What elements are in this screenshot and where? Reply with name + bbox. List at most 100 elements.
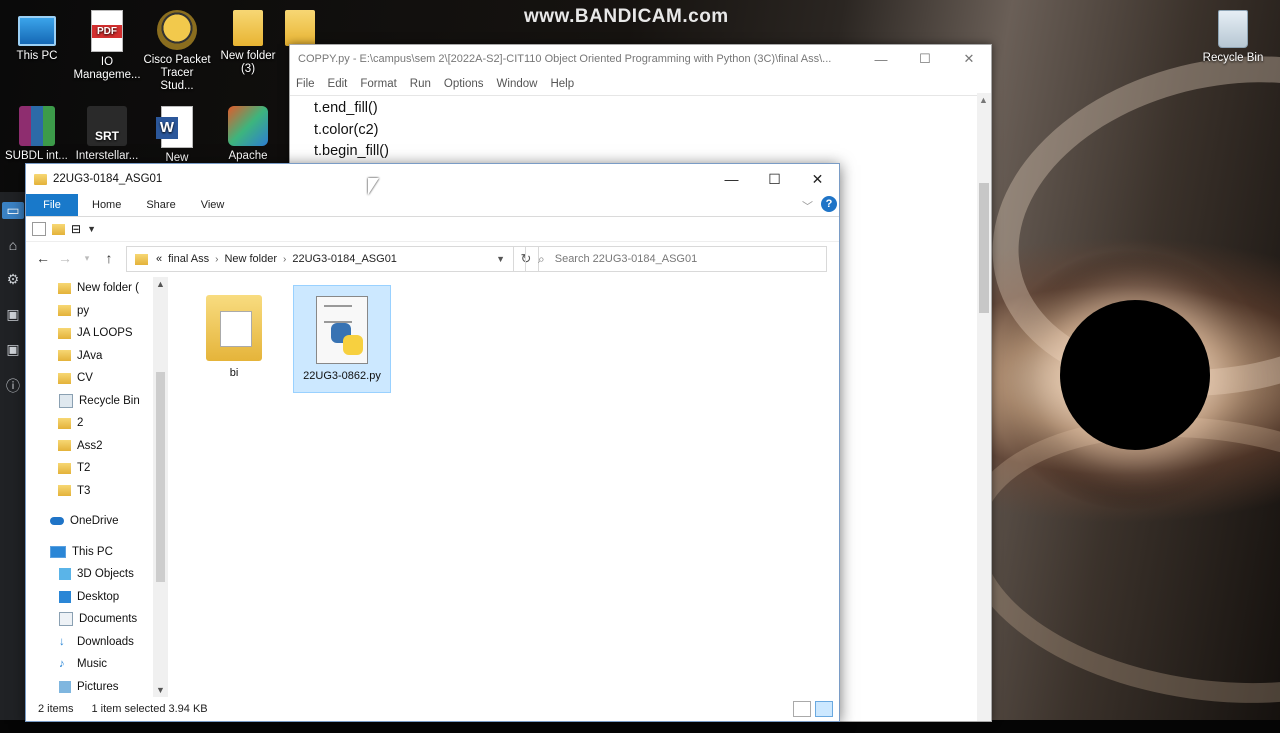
nav-item-label: OneDrive [70,515,119,528]
scroll-down-chevron-icon[interactable]: ▼ [156,685,165,695]
nav-item-cv[interactable]: CV📌 [26,367,169,390]
desktop-icon-label: Recycle Bin [1202,52,1264,64]
downloads-arrow-icon: ↓ [59,635,65,648]
code-editor[interactable]: t.end_fill() t.color(c2) t.begin_fill() [290,96,991,163]
recycle-bin-icon [1218,10,1248,48]
nav-item-music[interactable]: ♪ Music [26,653,169,676]
menu-window[interactable]: Window [497,78,538,90]
idle-titlebar[interactable]: COPPY.py - E:\campus\sem 2\[2022A-S2]-CI… [290,45,991,73]
file-item-folder[interactable]: bi [186,285,282,391]
nav-item-2[interactable]: 2 [26,412,169,435]
nav-item-onedrive[interactable]: OneDrive [26,510,169,533]
new-folder-icon[interactable] [52,223,65,235]
nav-item-this-pc[interactable]: This PC [26,541,169,564]
scrollbar-thumb[interactable] [979,183,989,313]
breadcrumb-final-ass[interactable]: final Ass [168,253,209,265]
tab-home[interactable]: Home [92,199,121,211]
expand-ribbon-chevron-icon[interactable]: ﹀ [802,198,813,214]
close-button[interactable]: ✕ [796,171,839,188]
file-item-python[interactable]: 22UG3-0862.py [293,285,391,393]
nav-item-desktop[interactable]: Desktop [26,586,169,609]
info-icon[interactable]: ⓘ [0,376,26,396]
search-box[interactable]: ⌕ Search 22UG3-0184_ASG01 [525,246,827,272]
forward-arrow-icon[interactable]: → [54,250,76,266]
desktop-icon-subdl[interactable]: SUBDL int... [3,106,71,163]
nav-item-label: Documents [79,613,138,626]
menu-file[interactable]: File [296,78,315,90]
image-icon[interactable]: ▣ [0,341,26,358]
folder-icon [285,10,315,46]
search-placeholder: Search 22UG3-0184_ASG01 [554,253,698,265]
desktop-icon-new-folder-3[interactable]: New folder (3) [214,10,282,76]
monitor-icon[interactable]: ▭ [2,202,24,219]
desktop-icon-interstellar[interactable]: SRT Interstellar... [73,106,141,163]
nav-item-t3[interactable]: T3 [26,480,169,503]
minimize-button[interactable]: — [710,171,753,187]
menu-format[interactable]: Format [360,78,396,90]
address-dropdown-chevron-icon[interactable]: ▼ [496,254,505,264]
tab-share[interactable]: Share [146,199,175,211]
desktop-icon-recycle-bin[interactable]: Recycle Bin [1198,10,1268,65]
rename-icon[interactable]: ⊟ [71,222,81,236]
navigation-pane-scrollbar[interactable]: ▲ ▼ [153,277,168,697]
nav-item-java[interactable]: JAva📌 [26,345,169,368]
large-icons-view-icon[interactable] [815,701,833,717]
folder-icon [58,485,71,497]
nav-item-ja-loops[interactable]: JA LOOPS📌 [26,322,169,345]
tab-file[interactable]: File [26,194,78,216]
nav-item-ass2[interactable]: Ass2 [26,435,169,458]
desktop-icon-io-management[interactable]: IO Manageme... [73,10,141,82]
scrollbar-thumb[interactable] [156,372,165,582]
nav-item-label: Ass2 [77,439,103,452]
nav-item-label: Downloads [77,635,134,648]
menu-run[interactable]: Run [410,78,431,90]
desktop-icon-new-word[interactable]: New [143,106,211,165]
editor-scrollbar[interactable]: ▲ [977,93,991,721]
folder-icon [58,282,71,294]
nav-item-label: Pictures [77,680,119,693]
breadcrumb-overflow[interactable]: « [156,253,162,265]
up-arrow-icon[interactable]: ↑ [98,250,120,266]
menu-options[interactable]: Options [444,78,484,90]
gear-icon[interactable]: ⚙ [0,271,26,288]
selection-info: 1 item selected 3.94 KB [91,703,208,715]
ribbon-tabs: File Home Share View ﹀ ? [26,194,839,217]
back-arrow-icon[interactable]: ← [32,250,54,266]
nav-item-pictures[interactable]: Pictures [26,676,169,699]
scroll-up-icon[interactable]: ▲ [979,95,988,105]
close-button[interactable]: ✕ [947,51,991,67]
tab-view[interactable]: View [201,199,225,211]
nav-item-documents[interactable]: Documents [26,608,169,631]
nav-item-downloads[interactable]: ↓ Downloads [26,631,169,654]
home-icon[interactable]: ⌂ [0,237,26,253]
explorer-titlebar[interactable]: 22UG3-0184_ASG01 — ☐ ✕ [26,164,839,194]
scroll-up-chevron-icon[interactable]: ▲ [156,279,165,289]
nav-item-py[interactable]: py📌 [26,300,169,323]
image-icon[interactable]: ▣ [0,306,26,323]
nav-item-label: py [77,304,90,317]
3d-objects-icon [59,568,71,581]
desktop-icon-apache[interactable]: Apache [214,106,282,163]
nav-item-new-folder[interactable]: New folder (📌 [26,277,169,300]
help-icon[interactable]: ? [821,196,837,212]
explorer-window-title: 22UG3-0184_ASG01 [53,173,163,185]
desktop-icon-this-pc[interactable]: This PC [3,10,71,63]
maximize-button[interactable]: ☐ [753,171,796,188]
properties-checkbox-icon[interactable] [32,222,46,236]
minimize-button[interactable]: — [859,52,903,67]
file-name: 22UG3-0862.py [303,370,381,382]
breadcrumb-new-folder[interactable]: New folder [224,253,277,265]
desktop-icon-label: int... [46,150,68,162]
desktop-icon-cisco[interactable]: Cisco Packet Tracer Stud... [143,10,211,93]
nav-item-3d-objects[interactable]: 3D Objects [26,563,169,586]
menu-edit[interactable]: Edit [328,78,348,90]
nav-item-t2[interactable]: T2 [26,457,169,480]
recent-locations-chevron-icon[interactable]: ▾ [76,253,98,264]
maximize-button[interactable]: ☐ [903,51,947,67]
nav-item-recycle-bin[interactable]: Recycle Bin📌 [26,390,169,413]
address-bar[interactable]: « final Ass › New folder › 22UG3-0184_AS… [126,246,514,272]
breadcrumb-current[interactable]: 22UG3-0184_ASG01 [292,253,397,265]
menu-help[interactable]: Help [550,78,574,90]
customize-toolbar-chevron-icon[interactable]: ▼ [87,224,96,234]
details-view-icon[interactable] [793,701,811,717]
